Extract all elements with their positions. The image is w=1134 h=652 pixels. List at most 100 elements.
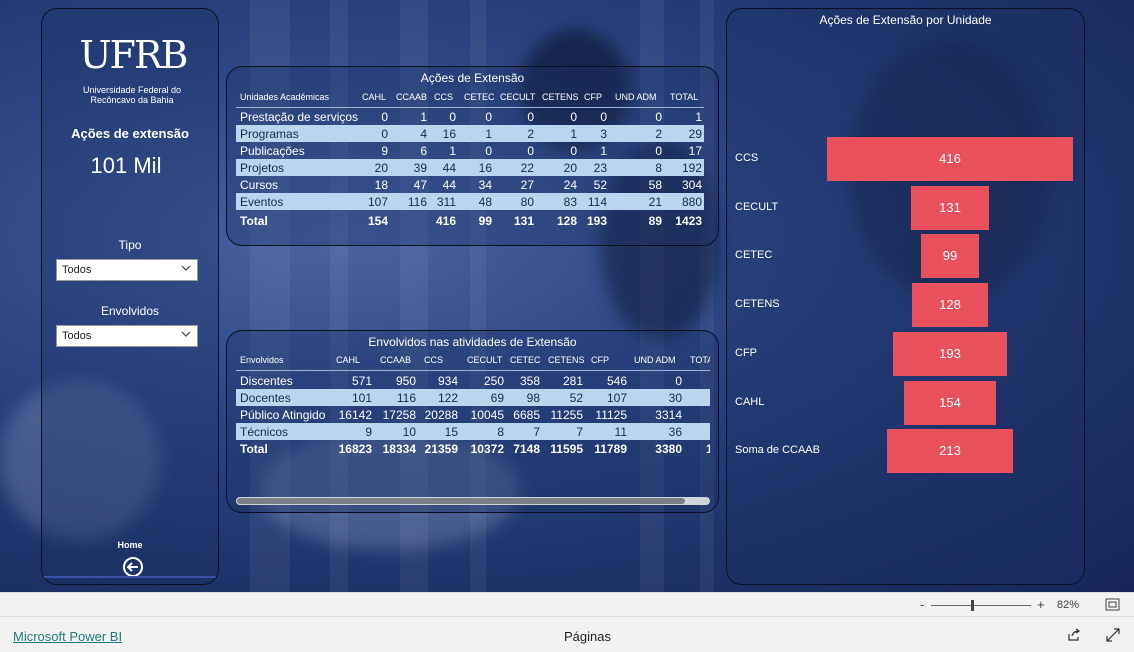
total-cell: 99 — [478, 214, 492, 228]
total-cell: 416 — [435, 214, 456, 228]
table-cell: 98 — [526, 391, 540, 405]
filter-envolvidos-dropdown[interactable]: Todos — [56, 325, 198, 347]
filter-tipo-dropdown[interactable]: Todos — [56, 259, 198, 281]
funnel-bar[interactable]: 213 — [887, 429, 1013, 474]
powerbi-link[interactable]: Microsoft Power BI — [13, 629, 122, 644]
envolvidos-table-title: Envolvidos nas atividades de Extensão — [368, 335, 577, 349]
column-header[interactable]: CCS — [434, 92, 453, 102]
column-header[interactable]: CAHL — [362, 92, 386, 102]
column-header[interactable]: CFP — [591, 355, 609, 365]
table-cell: 0 — [527, 110, 534, 124]
table-cell: 4 — [420, 127, 427, 141]
filter-envolvidos-label: Envolvidos — [100, 304, 160, 318]
table-cell: 2 — [655, 127, 662, 141]
table-cell: 34 — [478, 178, 492, 192]
column-header[interactable]: CECULT — [467, 355, 502, 365]
funnel-bar[interactable]: 99 — [920, 234, 980, 279]
column-header[interactable]: CCS — [424, 355, 443, 365]
table-cell: 6 — [420, 144, 427, 158]
logo-subtitle-line1: Universidade Federal do — [82, 85, 182, 95]
total-cell: 21359 — [424, 442, 458, 456]
table-cell: 1 — [485, 127, 492, 141]
funnel-data-label: 154 — [939, 394, 961, 410]
column-header[interactable]: CCAAB — [396, 92, 427, 102]
fullscreen-icon[interactable] — [1106, 628, 1120, 642]
table-cell: 358 — [519, 374, 540, 388]
funnel-chart[interactable]: CCS 416 CECULT 131 CETEC 99 CETENS 128 CFP 193 CAH… — [726, 130, 1085, 480]
table-cell: 0 — [381, 127, 388, 141]
column-header[interactable]: Envolvidos — [240, 355, 284, 365]
chevron-down-icon — [181, 265, 191, 271]
back-arrow-icon[interactable] — [122, 556, 144, 578]
table-row[interactable]: Discentes57195093425035828154603 — [236, 372, 710, 389]
logo-subtitle-line2: Recôncavo da Bahia — [90, 95, 174, 105]
fit-to-page-icon[interactable] — [1105, 598, 1120, 611]
zoom-slider[interactable] — [931, 600, 1031, 611]
zoom-out-button[interactable]: - — [920, 597, 924, 612]
table-row[interactable]: Programas 0 4 16 1 2 1 3 2 29 — [236, 125, 704, 142]
table-row[interactable]: Prestação de serviços 0 1 0 0 0 0 0 0 1 — [236, 108, 704, 125]
zoom-slider-thumb[interactable] — [971, 600, 974, 611]
column-header[interactable]: CETEC — [464, 92, 495, 102]
funnel-data-label: 131 — [939, 199, 961, 215]
table-cell: 48 — [478, 195, 492, 209]
table-cell: 192 — [681, 161, 702, 175]
table-cell: 16142 — [338, 408, 372, 422]
table-row[interactable]: Público Atingido 16142 17258 20288 10045 6685… — [236, 406, 710, 423]
column-header[interactable]: CAHL — [336, 355, 360, 365]
funnel-bar[interactable]: 128 — [912, 283, 988, 328]
column-header[interactable]: TOTAL — [670, 92, 698, 102]
row-label: Cursos — [240, 178, 279, 192]
column-header[interactable]: CCAAB — [380, 355, 411, 365]
table-cell: 69 — [490, 391, 504, 405]
total-cell: 11595 — [550, 442, 583, 456]
table-cell: 16 — [478, 161, 492, 175]
table-row[interactable]: Cursos 18 47 44 34 27 24 52 58 304 — [236, 176, 704, 193]
table-cell: 10 — [402, 425, 416, 439]
column-header[interactable]: CECULT — [500, 92, 535, 102]
logo-subtitle: Universidade Federal do Recôncavo da Bah… — [62, 85, 202, 105]
sidebar-panel: UFRB Universidade Federal do Recôncavo d… — [41, 8, 219, 585]
table-row[interactable]: Docentes 101 116 122 69 98 52 107 30 — [236, 389, 710, 406]
share-icon[interactable] — [1067, 628, 1081, 642]
filter-envolvidos-value: Todos — [62, 330, 92, 342]
funnel-bar[interactable]: 131 — [911, 185, 989, 230]
pages-button[interactable]: Páginas — [564, 629, 611, 644]
table-cell: 0 — [600, 110, 607, 124]
total-cell: 154 — [367, 214, 388, 228]
acoes-table-title: Ações de Extensão — [420, 71, 525, 85]
table-cell: 3314 — [655, 408, 682, 422]
table-cell: 2 — [527, 127, 534, 141]
row-label: Prestação de serviços — [240, 110, 359, 124]
funnel-data-label: 99 — [942, 248, 958, 264]
horizontal-scrollbar-thumb[interactable] — [237, 498, 685, 504]
total-cell: 7148 — [513, 442, 540, 456]
column-header[interactable]: CETENS — [548, 355, 585, 365]
table-cell: 29 — [688, 127, 702, 141]
column-header[interactable]: UND ADM — [615, 92, 657, 102]
column-header[interactable]: CETEC — [510, 355, 541, 365]
column-header[interactable]: Unidades Acadêmicas — [240, 92, 329, 102]
table-cell: 0 — [675, 374, 682, 388]
acoes-table[interactable]: Unidades Acadêmicas CAHL CCAAB CCS CETEC CECU… — [236, 90, 704, 240]
funnel-bar[interactable]: 416 — [827, 137, 1073, 181]
table-row[interactable]: Projetos 20 39 44 16 22 20 23 8 192 — [236, 159, 704, 176]
table-row[interactable]: Publicações 9 6 1 0 0 0 1 0 17 — [236, 142, 704, 159]
table-row[interactable]: Eventos 107 116 311 48 80 83 114 21 880 — [236, 193, 704, 210]
funnel-bar[interactable]: 193 — [892, 331, 1008, 376]
column-header[interactable]: CETENS — [542, 92, 579, 102]
table-cell: 880 — [681, 195, 702, 209]
column-header[interactable]: CFP — [584, 92, 602, 102]
horizontal-scrollbar-track[interactable] — [236, 497, 710, 505]
column-header[interactable]: UND ADM — [634, 355, 676, 365]
table-cell: 27 — [520, 178, 534, 192]
envolvidos-table[interactable]: Envolvidos CAHL CCAAB CCS CECULT CETEC CETENS C… — [236, 353, 710, 461]
funnel-bar[interactable]: 154 — [904, 380, 996, 425]
table-cell: 58 — [648, 178, 662, 192]
column-header[interactable]: TOTA — [690, 355, 710, 365]
total-row: Total 154 416 99 131 128 193 89 1423 — [236, 212, 704, 229]
table-cell: 0 — [655, 110, 662, 124]
table-cell: 114 — [587, 195, 607, 209]
table-row[interactable]: Técnicos 9 10 15 8 7 7 11 36 — [236, 423, 710, 440]
zoom-in-button[interactable]: + — [1037, 597, 1045, 612]
